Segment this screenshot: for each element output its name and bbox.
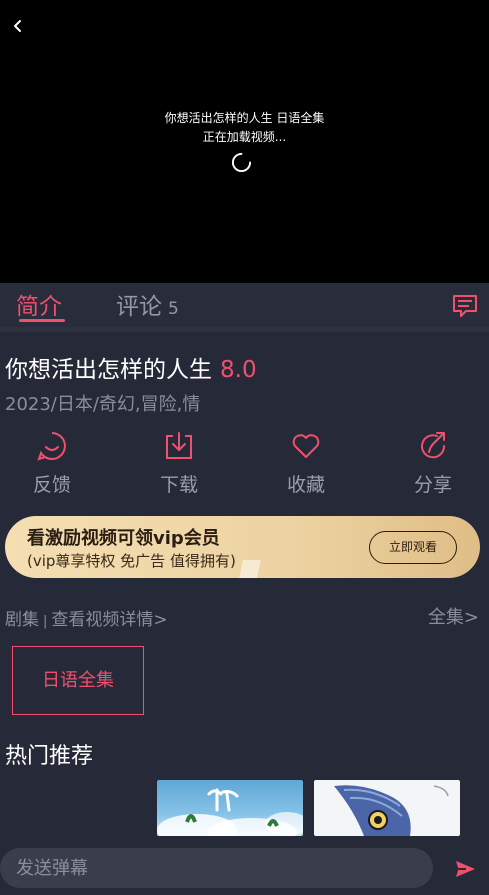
danmaku-input[interactable] <box>0 848 433 888</box>
episodes-separator: | <box>43 614 48 629</box>
all-episodes-link[interactable]: 全集> <box>428 603 479 629</box>
recommendation-thumbnail[interactable] <box>157 780 303 836</box>
vip-promo-banner[interactable]: 看激励视频可领vip会员 (vip尊享特权 免广告 值得拥有) 立即观看 <box>5 516 480 578</box>
video-player[interactable]: 你想活出怎样的人生 日语全集 正在加载视频... <box>0 0 489 283</box>
feedback-label: 反馈 <box>32 474 71 496</box>
send-danmaku-button[interactable] <box>453 857 477 881</box>
episode-item[interactable]: 日语全集 <box>12 646 144 715</box>
danmaku-toggle-button[interactable] <box>451 293 479 319</box>
loading-spinner-icon <box>231 152 252 173</box>
back-button[interactable] <box>6 14 30 38</box>
danmaku-list-icon <box>453 295 477 317</box>
watch-now-button[interactable]: 立即观看 <box>369 531 457 564</box>
video-meta: 2023/日本/奇幻,冒险,情 <box>5 394 201 415</box>
video-detail-page: 你想活出怎样的人生 日语全集 正在加载视频... 简介 评论 5 你想活出怎样的人… <box>0 0 489 895</box>
share-label: 分享 <box>413 474 452 496</box>
video-title-text: 你想活出怎样的人生 <box>5 357 212 383</box>
banner-decoration <box>239 560 261 578</box>
feedback-button[interactable]: 反馈 <box>12 430 92 496</box>
player-loading-status: 正在加载视频... <box>202 130 287 144</box>
recommendations-title: 热门推荐 <box>5 744 94 769</box>
danmaku-bar <box>0 836 489 895</box>
video-details-link[interactable]: 查看视频详情> <box>51 610 167 630</box>
download-label: 下载 <box>159 474 198 496</box>
tab-intro-label: 简介 <box>16 294 62 320</box>
share-icon <box>421 432 446 459</box>
player-video-title: 你想活出怎样的人生 日语全集 <box>164 111 325 125</box>
favorite-button[interactable]: 收藏 <box>266 430 346 496</box>
active-tab-indicator <box>19 319 65 322</box>
detail-tabs: 简介 评论 5 <box>0 283 489 327</box>
tab-intro[interactable]: 简介 <box>16 287 62 321</box>
sky-clouds-poster-image <box>157 788 303 836</box>
tab-comments[interactable]: 评论 5 <box>116 287 179 321</box>
download-button[interactable]: 下载 <box>139 430 219 496</box>
download-icon <box>166 432 192 459</box>
section-divider <box>0 327 489 332</box>
action-bar: 反馈 下载 收藏 分享 <box>0 430 489 496</box>
tab-comments-label: 评论 <box>116 294 162 320</box>
heron-illustration-poster-image <box>334 785 449 836</box>
heart-icon <box>292 434 320 458</box>
favorite-label: 收藏 <box>286 474 325 496</box>
banner-subtitle: (vip尊享特权 免广告 值得拥有) <box>27 552 236 570</box>
episodes-label: 剧集 <box>5 610 39 630</box>
banner-title: 看激励视频可领vip会员 <box>27 528 220 549</box>
send-icon <box>456 861 475 877</box>
video-title: 你想活出怎样的人生 8.0 <box>5 350 257 384</box>
recommendation-thumbnail[interactable] <box>314 780 460 836</box>
share-button[interactable]: 分享 <box>393 430 473 496</box>
episodes-header: 剧集 | 查看视频详情> <box>5 605 168 630</box>
comments-count: 5 <box>168 299 179 319</box>
chevron-left-icon <box>14 20 21 32</box>
video-score: 8.0 <box>220 357 257 383</box>
feedback-smile-icon <box>37 432 66 461</box>
